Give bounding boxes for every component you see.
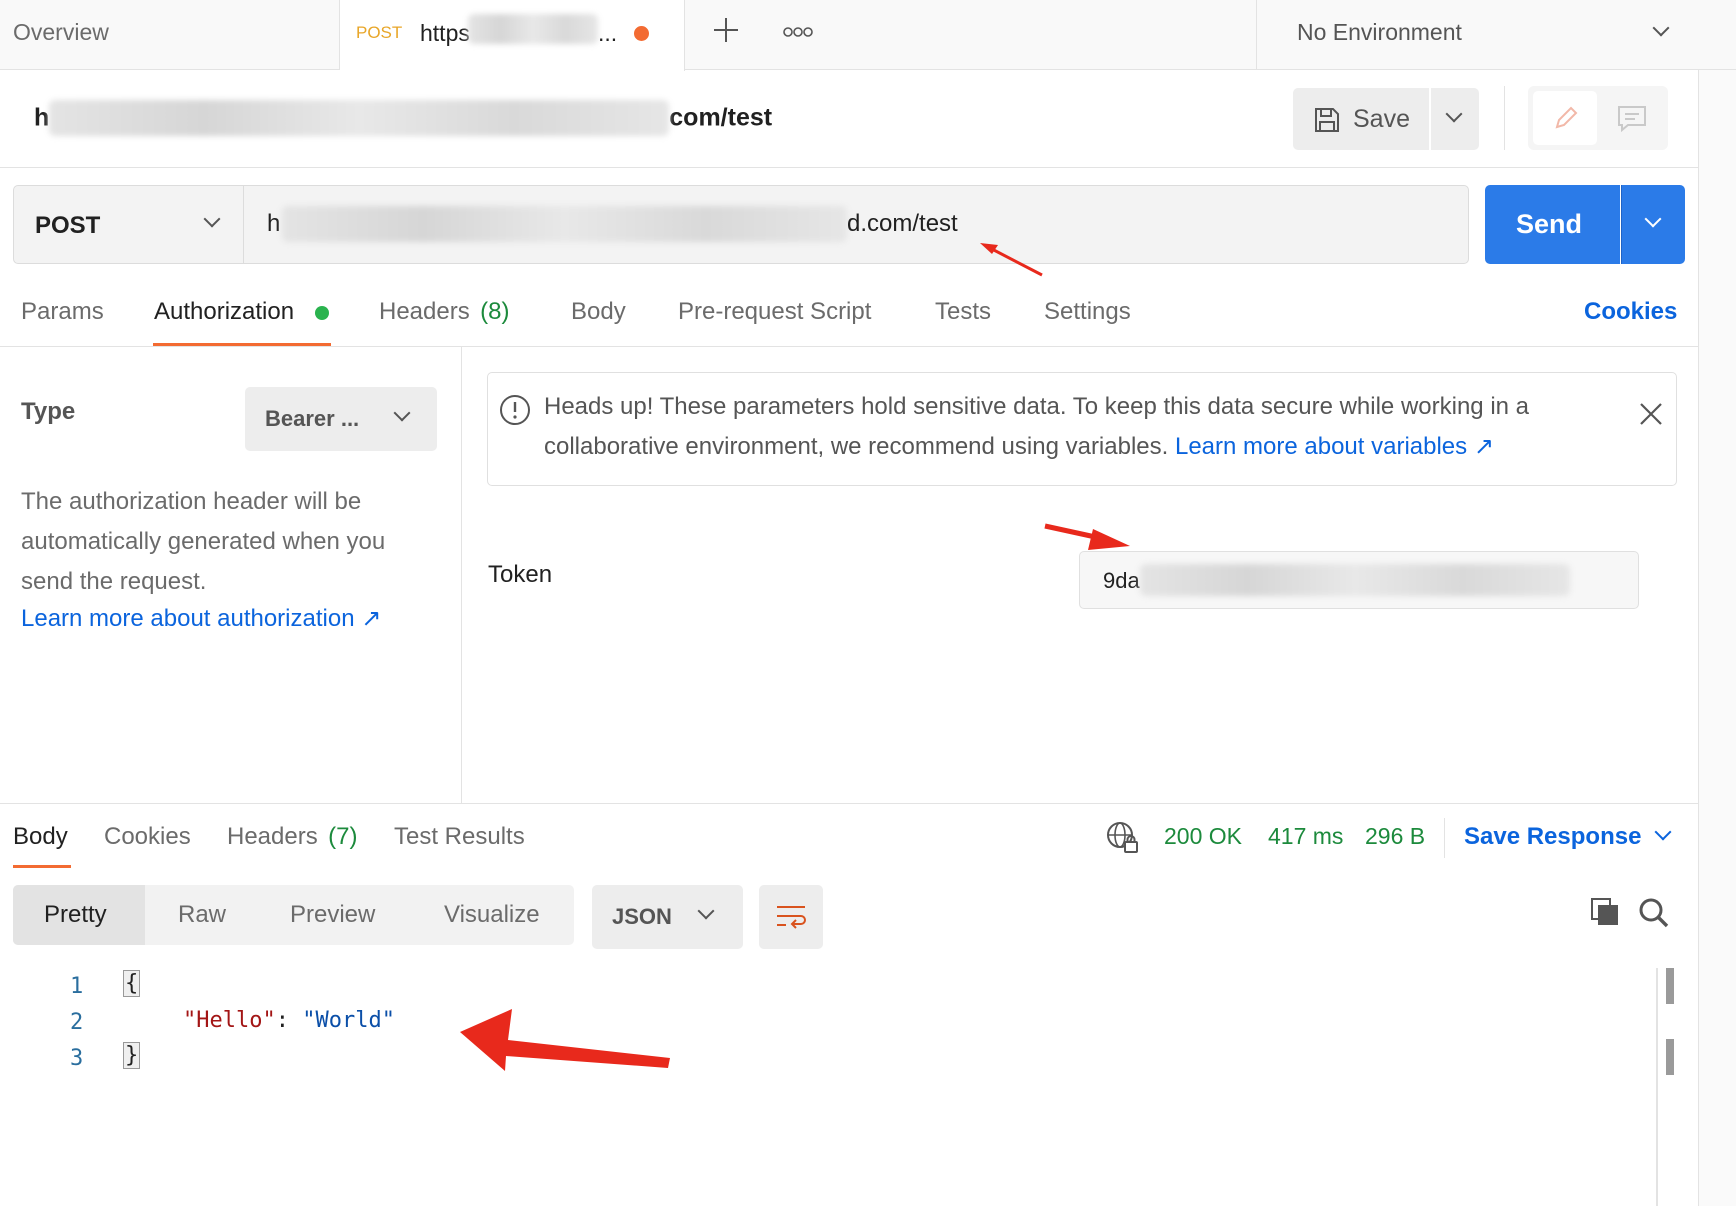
annotation-arrow-response	[460, 1009, 670, 1071]
annotation-arrows	[460, 243, 1130, 1071]
annotation-arrow-url	[980, 243, 1043, 277]
annotation-arrow-token	[1044, 523, 1130, 550]
